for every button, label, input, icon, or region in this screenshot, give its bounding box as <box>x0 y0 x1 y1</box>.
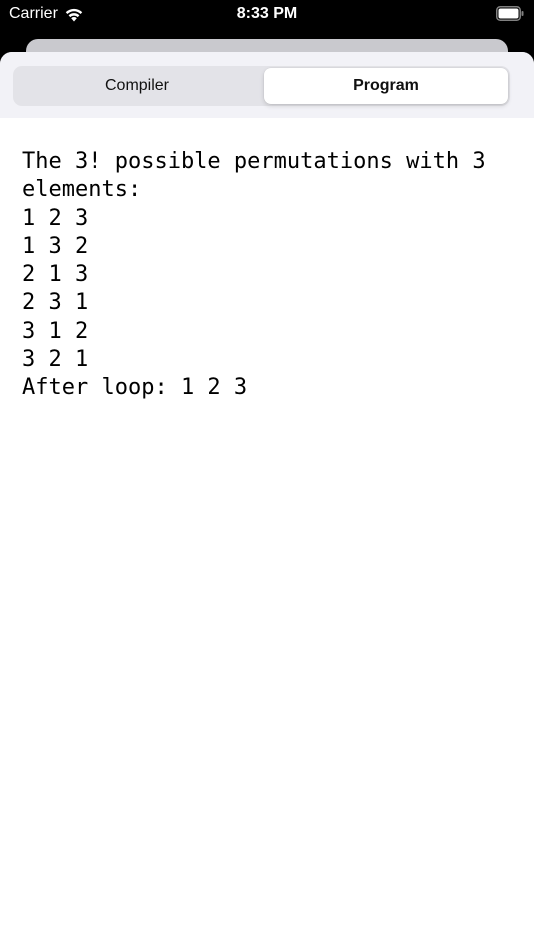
output-line: 2 3 1 <box>22 290 89 316</box>
output-line: 1 2 3 <box>22 205 89 231</box>
clock: 8:33 PM <box>236 5 298 22</box>
output-line: After loop: 1 2 3 <box>22 375 248 401</box>
segment-toolbar: Compiler Program <box>0 52 534 118</box>
segment-program[interactable]: Program <box>264 68 508 104</box>
output-line: 2 1 3 <box>22 262 89 288</box>
output-line: 3 2 1 <box>22 347 89 373</box>
battery-icon <box>496 6 524 21</box>
program-sheet: Compiler Program The 3! possible permuta… <box>0 52 534 950</box>
program-output: The 3! possible permutations with 3 elem… <box>22 148 522 403</box>
output-line: elements: <box>22 177 142 203</box>
output-line: The 3! possible permutations with 3 <box>22 149 486 174</box>
app-screen: Carrier 8:33 PM Compiler Program The 3! … <box>0 0 534 950</box>
output-line: 3 1 2 <box>22 318 89 344</box>
mode-segmented-control: Compiler Program <box>13 66 510 106</box>
status-bar: Carrier 8:33 PM <box>0 0 534 30</box>
segment-program-label: Program <box>353 77 419 94</box>
segment-compiler-label: Compiler <box>104 77 169 94</box>
segment-compiler[interactable]: Compiler <box>15 68 259 104</box>
output-line: 1 3 2 <box>22 233 89 259</box>
